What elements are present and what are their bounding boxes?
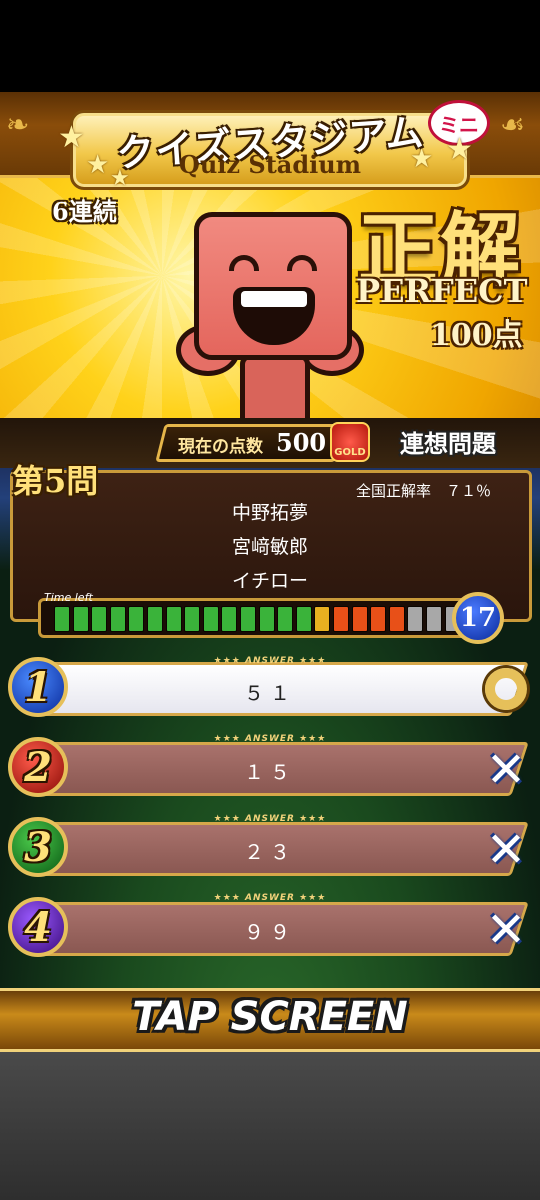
time-left-label: Time left bbox=[44, 591, 93, 604]
wrong-x-icon: ✕ bbox=[485, 742, 527, 798]
answer-tag: ★★★ ANSWER ★★★ bbox=[213, 656, 327, 666]
mascot-character bbox=[194, 212, 352, 360]
timer-segment bbox=[351, 606, 368, 632]
timer-segment bbox=[426, 606, 442, 632]
answer-number-badge: 4 bbox=[8, 897, 68, 957]
wrong-x-icon: ✕ bbox=[485, 902, 527, 958]
timer-segment bbox=[240, 606, 256, 632]
timer-segment bbox=[202, 606, 219, 632]
answer-number-badge: 1 bbox=[8, 657, 68, 717]
question-clue: 宮﨑敏郎 bbox=[231, 536, 308, 558]
question-clue: 中野拓夢 bbox=[231, 502, 308, 524]
answer-number-badge: 3 bbox=[8, 817, 68, 877]
mascot-body bbox=[240, 354, 310, 424]
star-icon: ★ bbox=[446, 132, 473, 167]
answer-text: ９９ bbox=[244, 920, 296, 944]
timer-segment bbox=[277, 606, 294, 632]
timer-segment bbox=[333, 606, 349, 632]
result-banner: ❧ ☙ クイズスタジアム Quiz Stadium ミニ ★ ★ ★ ★ ★ 6… bbox=[0, 92, 540, 426]
score-label: 現在の点数 bbox=[178, 437, 263, 457]
timer-segment bbox=[91, 606, 108, 632]
answer-number-badge: 2 bbox=[8, 737, 68, 797]
timer-segment bbox=[314, 606, 331, 632]
answer-text: １５ bbox=[244, 760, 296, 784]
question-number: 第5問 bbox=[12, 462, 99, 500]
mascot-eye bbox=[229, 255, 259, 271]
timer-segment bbox=[258, 606, 275, 632]
answer-text: ２３ bbox=[244, 840, 296, 864]
result-perfect: PERFECT bbox=[356, 272, 528, 310]
answer-text: ５１ bbox=[244, 681, 296, 705]
question-clue: イチロー bbox=[231, 570, 308, 592]
timer-segment bbox=[109, 606, 126, 632]
timer-segment bbox=[407, 606, 424, 632]
timer-segment bbox=[165, 606, 182, 632]
tap-screen-button[interactable]: TAP SCREEN bbox=[0, 994, 540, 1040]
timer-segment bbox=[295, 606, 312, 632]
streak-count: 6連続 bbox=[52, 197, 117, 226]
timer-segment bbox=[184, 606, 201, 632]
result-points: 100点 bbox=[430, 318, 523, 353]
game-title-en: Quiz Stadium bbox=[178, 150, 362, 179]
star-icon: ★ bbox=[86, 150, 110, 180]
timer-segment bbox=[388, 606, 405, 632]
bottom-area bbox=[0, 1052, 540, 1200]
wrong-x-icon: ✕ bbox=[485, 822, 527, 878]
top-black-area bbox=[0, 0, 540, 92]
question-category: 連想問題 bbox=[400, 430, 496, 458]
star-icon: ★ bbox=[410, 144, 434, 174]
timer-segment bbox=[370, 606, 387, 632]
timer-segment bbox=[54, 606, 70, 632]
scroll-ornament-left-icon: ❧ bbox=[6, 108, 30, 141]
timer-segment bbox=[128, 606, 145, 632]
scroll-ornament-right-icon: ☙ bbox=[500, 108, 526, 141]
score-value: 500 bbox=[276, 428, 327, 457]
mascot-eye bbox=[287, 255, 317, 271]
mascot-mouth bbox=[233, 287, 315, 345]
timer-segment bbox=[72, 606, 89, 632]
answer-tag: ★★★ ANSWER ★★★ bbox=[213, 814, 327, 824]
star-icon: ★ bbox=[110, 166, 130, 191]
mascot-teeth bbox=[241, 291, 307, 307]
timer-seconds: 17 bbox=[452, 592, 504, 644]
timer-segment bbox=[221, 606, 238, 632]
timer-segment bbox=[147, 606, 163, 632]
star-icon: ★ bbox=[58, 120, 85, 155]
answer-tag: ★★★ ANSWER ★★★ bbox=[213, 734, 327, 744]
gold-chest-icon: GOLD bbox=[330, 422, 370, 462]
answer-tag: ★★★ ANSWER ★★★ bbox=[213, 893, 327, 903]
correct-circle-icon bbox=[480, 663, 532, 715]
